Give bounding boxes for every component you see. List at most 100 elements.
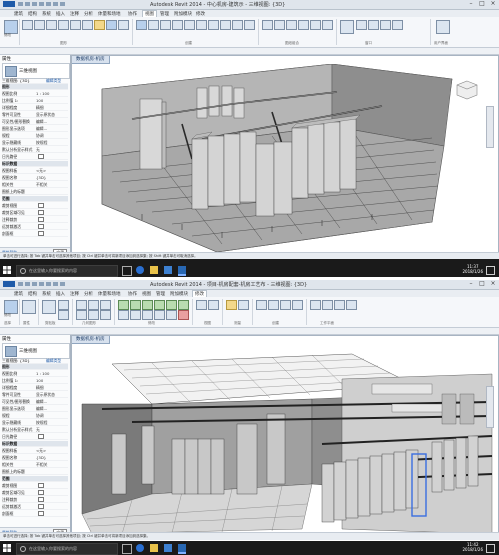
property-checkbox[interactable] bbox=[38, 490, 44, 495]
hide-in-view-icon[interactable] bbox=[208, 300, 219, 310]
property-checkbox[interactable] bbox=[38, 224, 44, 229]
store-icon[interactable] bbox=[164, 266, 172, 274]
render-gallery-icon[interactable] bbox=[118, 20, 129, 30]
set-workplane-icon[interactable] bbox=[310, 300, 321, 310]
save-icon[interactable] bbox=[25, 282, 30, 286]
title-block-icon[interactable] bbox=[286, 20, 297, 30]
property-value[interactable]: 不相关 bbox=[36, 182, 47, 187]
view-reference-icon[interactable] bbox=[322, 20, 333, 30]
split-icon[interactable] bbox=[130, 310, 141, 320]
ref-plane-icon[interactable] bbox=[334, 300, 345, 310]
scope-box-icon[interactable] bbox=[244, 20, 255, 30]
show-hidden-lines-icon[interactable] bbox=[58, 20, 69, 30]
property-value[interactable]: 编辑... bbox=[36, 119, 47, 124]
move-icon[interactable] bbox=[154, 300, 165, 310]
file-explorer-icon[interactable] bbox=[150, 266, 158, 274]
property-value[interactable]: 不相关 bbox=[36, 462, 47, 467]
navigation-bar[interactable] bbox=[486, 106, 494, 148]
cloud-render-icon[interactable] bbox=[106, 20, 117, 30]
thin-lines-icon[interactable] bbox=[46, 20, 57, 30]
measure-tool-icon[interactable] bbox=[226, 300, 237, 310]
property-checkbox[interactable] bbox=[38, 217, 44, 222]
open-icon[interactable] bbox=[18, 2, 23, 6]
tab-view[interactable]: 视图 bbox=[142, 10, 157, 17]
legends-icon[interactable] bbox=[220, 20, 231, 30]
modify-tool-icon[interactable] bbox=[4, 20, 18, 34]
undo-icon[interactable] bbox=[32, 2, 37, 6]
property-value[interactable]: 按规程 bbox=[36, 140, 47, 145]
maximize-icon[interactable]: □ bbox=[478, 1, 486, 7]
view-tool-icon[interactable] bbox=[196, 300, 207, 310]
create-similar-icon[interactable] bbox=[292, 300, 303, 310]
open-icon[interactable] bbox=[18, 282, 23, 286]
delete-icon[interactable] bbox=[178, 310, 189, 320]
print-icon[interactable] bbox=[46, 282, 51, 286]
scale-icon[interactable] bbox=[154, 310, 165, 320]
property-checkbox[interactable] bbox=[38, 210, 44, 215]
measure-icon[interactable] bbox=[53, 282, 58, 286]
revit-taskbar-icon[interactable] bbox=[178, 544, 186, 554]
cut-icon[interactable] bbox=[58, 300, 69, 310]
view-tab[interactable]: 数据机房-机房 bbox=[72, 336, 110, 344]
revit-app-menu-icon[interactable] bbox=[3, 281, 15, 287]
offset-icon[interactable] bbox=[130, 300, 141, 310]
save-icon[interactable] bbox=[25, 2, 30, 6]
property-value[interactable]: 无 bbox=[36, 427, 40, 432]
show-workplane-icon[interactable] bbox=[322, 300, 333, 310]
viewcube-icon[interactable] bbox=[454, 78, 480, 104]
switch-windows-icon[interactable] bbox=[340, 20, 354, 34]
callout-icon[interactable] bbox=[160, 20, 171, 30]
matchline-icon[interactable] bbox=[310, 20, 321, 30]
property-value[interactable]: {3D} bbox=[36, 175, 46, 180]
property-value[interactable]: {3D} bbox=[36, 455, 46, 460]
print-icon[interactable] bbox=[46, 2, 51, 6]
duplicate-view-icon[interactable] bbox=[208, 20, 219, 30]
mirror-icon[interactable] bbox=[142, 300, 153, 310]
property-section[interactable]: 图形 bbox=[2, 364, 68, 370]
copy-icon[interactable] bbox=[166, 300, 177, 310]
join-icon[interactable] bbox=[100, 300, 111, 310]
close-icon[interactable]: × bbox=[489, 1, 497, 7]
redo-icon[interactable] bbox=[39, 2, 44, 6]
user-interface-icon[interactable] bbox=[436, 20, 450, 34]
modify-tool-icon[interactable] bbox=[4, 300, 18, 314]
drafting-view-icon[interactable] bbox=[196, 20, 207, 30]
remove-hidden-lines-icon[interactable] bbox=[70, 20, 81, 30]
property-checkbox[interactable] bbox=[38, 203, 44, 208]
filters-icon[interactable] bbox=[34, 20, 45, 30]
task-view-icon[interactable] bbox=[122, 266, 132, 276]
property-value[interactable]: 1 : 100 bbox=[36, 91, 49, 96]
property-value[interactable]: 协调 bbox=[36, 413, 44, 418]
property-section[interactable]: 标识数据 bbox=[2, 161, 68, 167]
create-group-icon[interactable] bbox=[280, 300, 291, 310]
replicate-icon[interactable] bbox=[368, 20, 379, 30]
align-icon[interactable] bbox=[118, 300, 129, 310]
type-selector[interactable]: 三维视图 bbox=[2, 63, 70, 79]
task-view-icon[interactable] bbox=[122, 544, 132, 554]
property-value[interactable]: 显示原状态 bbox=[36, 112, 55, 117]
property-value[interactable]: 按规程 bbox=[36, 420, 47, 425]
elevation-icon[interactable] bbox=[184, 20, 195, 30]
viewer-icon[interactable] bbox=[346, 300, 357, 310]
revisions-icon[interactable] bbox=[298, 20, 309, 30]
cope-icon[interactable] bbox=[76, 300, 87, 310]
schedules-icon[interactable] bbox=[232, 20, 243, 30]
property-value[interactable]: 编辑... bbox=[36, 126, 47, 131]
plan-views-icon[interactable] bbox=[172, 20, 183, 30]
navigation-bar[interactable] bbox=[486, 386, 494, 428]
redo-icon[interactable] bbox=[39, 282, 44, 286]
section-icon[interactable] bbox=[148, 20, 159, 30]
windows-start-icon[interactable] bbox=[3, 266, 11, 274]
tab-modify[interactable]: 修改 bbox=[192, 290, 207, 297]
split-face-icon[interactable] bbox=[88, 310, 99, 320]
3d-viewport[interactable]: 数据机房-机房 bbox=[71, 55, 499, 253]
view-icon[interactable] bbox=[274, 20, 285, 30]
3d-view-button-icon[interactable] bbox=[136, 20, 147, 30]
file-explorer-icon[interactable] bbox=[150, 544, 158, 552]
property-checkbox[interactable] bbox=[38, 231, 44, 236]
type-selector[interactable]: 三维视图 bbox=[2, 343, 70, 359]
property-value[interactable]: 无 bbox=[36, 147, 40, 152]
property-value[interactable]: 100 bbox=[36, 378, 43, 383]
dimension-icon[interactable] bbox=[238, 300, 249, 310]
3d-view-icon[interactable] bbox=[60, 2, 65, 6]
